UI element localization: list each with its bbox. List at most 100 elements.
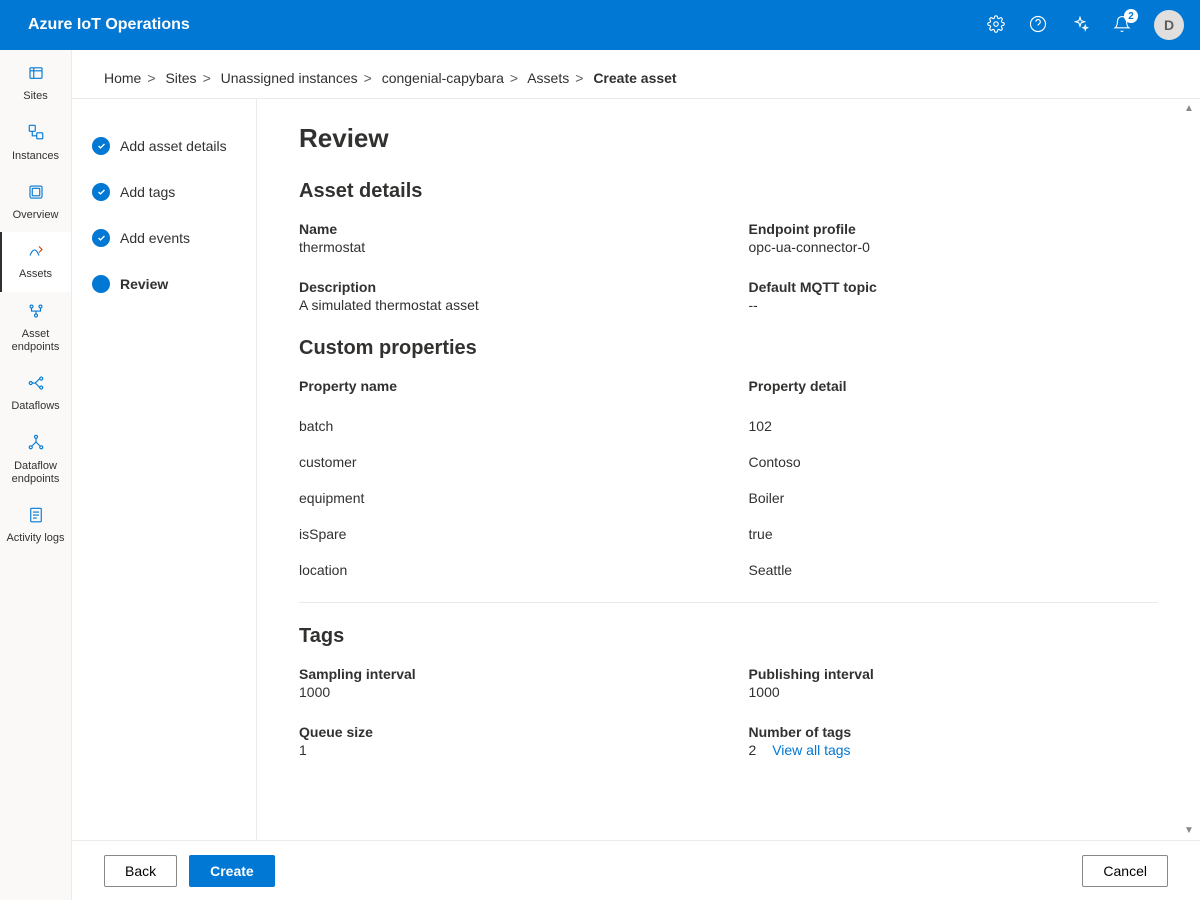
wizard-footer: Back Create Cancel: [72, 840, 1200, 900]
sidebar: Sites Instances Overview Assets Asset en…: [0, 50, 72, 900]
field-label: Default MQTT topic: [749, 279, 1159, 295]
custom-prop-row: batch 102: [299, 408, 1158, 444]
help-button[interactable]: [1020, 7, 1056, 43]
custom-prop-row: equipment Boiler: [299, 480, 1158, 516]
step-current-icon: [92, 275, 110, 293]
wizard-steps: Add asset details Add tags Add events Re…: [72, 99, 257, 840]
prop-name: customer: [299, 454, 709, 470]
sidebar-item-overview[interactable]: Overview: [0, 173, 71, 232]
header-actions: 2 D: [978, 7, 1184, 43]
help-icon: [1029, 15, 1047, 36]
step-done-icon: [92, 137, 110, 155]
overview-icon: [27, 183, 45, 205]
field-label: Sampling interval: [299, 666, 709, 682]
prop-detail: Boiler: [749, 490, 1159, 506]
instances-icon: [27, 123, 45, 145]
prop-detail: 102: [749, 418, 1159, 434]
sidebar-item-dataflow-endpoints[interactable]: Dataflow endpoints: [0, 423, 71, 496]
gear-icon: [987, 15, 1005, 36]
activity-logs-icon: [27, 506, 45, 528]
custom-properties-heading: Custom properties: [299, 337, 1158, 360]
sidebar-item-activity-logs[interactable]: Activity logs: [0, 496, 71, 555]
field-mqtt-topic: Default MQTT topic --: [749, 279, 1159, 313]
back-button[interactable]: Back: [104, 855, 177, 887]
prop-detail: true: [749, 526, 1159, 542]
main: Home> Sites> Unassigned instances> conge…: [72, 50, 1200, 900]
breadcrumb-link[interactable]: congenial-capybara: [382, 70, 504, 86]
review-content: Review Asset details Name thermostat End…: [257, 99, 1200, 840]
divider: [299, 602, 1158, 603]
field-label: Description: [299, 279, 709, 295]
dataflows-icon: [27, 374, 45, 396]
step-add-asset-details[interactable]: Add asset details: [88, 123, 240, 169]
step-add-tags[interactable]: Add tags: [88, 169, 240, 215]
num-tags-value: 2: [749, 742, 757, 758]
step-add-events[interactable]: Add events: [88, 215, 240, 261]
field-value: thermostat: [299, 239, 709, 255]
step-label: Add events: [120, 230, 190, 246]
field-value: A simulated thermostat asset: [299, 297, 709, 313]
column-header: Property detail: [749, 378, 1159, 394]
column-header: Property name: [299, 378, 709, 394]
custom-props-header: Property name Property detail: [299, 378, 1158, 394]
field-label: Name: [299, 221, 709, 237]
sidebar-item-sites[interactable]: Sites: [0, 54, 71, 113]
field-number-of-tags: Number of tags 2 View all tags: [749, 724, 1159, 758]
cancel-button[interactable]: Cancel: [1082, 855, 1168, 887]
prop-name: location: [299, 562, 709, 578]
asset-details-heading: Asset details: [299, 180, 1158, 203]
sidebar-item-assets[interactable]: Assets: [0, 232, 71, 291]
app-header: Azure IoT Operations 2 D: [0, 0, 1200, 50]
breadcrumb-link[interactable]: Sites: [165, 70, 196, 86]
sidebar-item-label: Assets: [19, 268, 52, 281]
field-name: Name thermostat: [299, 221, 709, 255]
whatsnew-button[interactable]: [1062, 7, 1098, 43]
prop-detail: Contoso: [749, 454, 1159, 470]
field-label: Number of tags: [749, 724, 1159, 740]
step-label: Review: [120, 276, 168, 292]
step-done-icon: [92, 229, 110, 247]
scroll-up-icon[interactable]: ▲: [1184, 103, 1196, 114]
view-all-tags-link[interactable]: View all tags: [772, 742, 850, 758]
breadcrumb: Home> Sites> Unassigned instances> conge…: [72, 50, 1200, 98]
breadcrumb-link[interactable]: Unassigned instances: [221, 70, 358, 86]
tags-heading: Tags: [299, 625, 1158, 648]
prop-name: batch: [299, 418, 709, 434]
field-value: 2 View all tags: [749, 742, 1159, 758]
sparkle-icon: [1071, 15, 1089, 36]
sidebar-item-instances[interactable]: Instances: [0, 113, 71, 172]
sidebar-item-label: Dataflow endpoints: [3, 460, 69, 486]
prop-detail: Seattle: [749, 562, 1159, 578]
field-sampling-interval: Sampling interval 1000: [299, 666, 709, 700]
prop-name: isSpare: [299, 526, 709, 542]
sidebar-item-label: Activity logs: [6, 532, 64, 545]
field-value: --: [749, 297, 1159, 313]
custom-prop-row: isSpare true: [299, 516, 1158, 552]
dataflow-endpoints-icon: [27, 433, 45, 455]
step-review[interactable]: Review: [88, 261, 240, 307]
notifications-button[interactable]: 2: [1104, 7, 1140, 43]
assets-icon: [27, 242, 45, 264]
field-label: Endpoint profile: [749, 221, 1159, 237]
field-publishing-interval: Publishing interval 1000: [749, 666, 1159, 700]
settings-button[interactable]: [978, 7, 1014, 43]
sidebar-item-asset-endpoints[interactable]: Asset endpoints: [0, 292, 71, 365]
avatar[interactable]: D: [1154, 10, 1184, 40]
field-value: 1000: [749, 684, 1159, 700]
asset-endpoints-icon: [27, 302, 45, 324]
field-value: 1000: [299, 684, 709, 700]
custom-prop-row: location Seattle: [299, 552, 1158, 588]
sidebar-item-dataflows[interactable]: Dataflows: [0, 364, 71, 423]
breadcrumb-link[interactable]: Home: [104, 70, 141, 86]
step-done-icon: [92, 183, 110, 201]
field-label: Queue size: [299, 724, 709, 740]
create-button[interactable]: Create: [189, 855, 275, 887]
field-value: opc-ua-connector-0: [749, 239, 1159, 255]
field-endpoint-profile: Endpoint profile opc-ua-connector-0: [749, 221, 1159, 255]
scroll-down-icon[interactable]: ▼: [1184, 825, 1196, 836]
breadcrumb-link[interactable]: Assets: [527, 70, 569, 86]
app-title: Azure IoT Operations: [16, 16, 978, 34]
breadcrumb-current: Create asset: [593, 70, 676, 86]
field-label: Publishing interval: [749, 666, 1159, 682]
sites-icon: [27, 64, 45, 86]
